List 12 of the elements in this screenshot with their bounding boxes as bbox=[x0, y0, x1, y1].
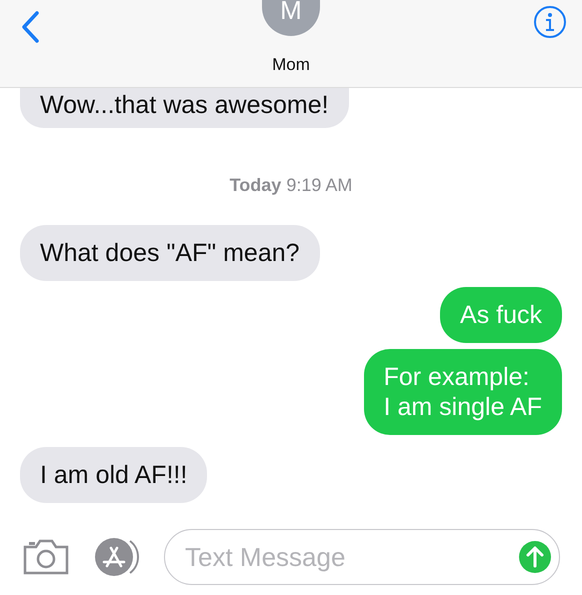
sent-message-bubble: For example: I am single AF bbox=[364, 349, 562, 435]
send-icon[interactable] bbox=[518, 540, 552, 574]
received-message-bubble: What does "AF" mean? bbox=[20, 225, 320, 281]
back-icon[interactable] bbox=[20, 10, 40, 44]
contact-name[interactable]: Mom bbox=[0, 52, 582, 78]
info-icon[interactable] bbox=[533, 5, 567, 39]
message-field[interactable]: Text Message bbox=[164, 529, 560, 585]
received-message-bubble: Wow...that was awesome! bbox=[20, 88, 349, 128]
camera-icon[interactable] bbox=[22, 538, 70, 576]
timestamp: Today 9:19 AM bbox=[230, 174, 352, 197]
sent-message-bubble: As fuck bbox=[440, 287, 562, 343]
received-message-bubble: I am old AF!!! bbox=[20, 447, 208, 503]
